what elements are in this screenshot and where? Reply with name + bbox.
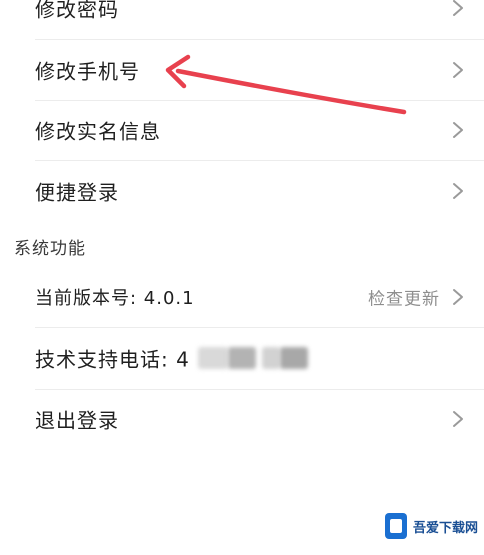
redacted-phone-number xyxy=(228,347,256,369)
quick-login-row[interactable]: 便捷登录 xyxy=(0,161,484,221)
chevron-right-icon xyxy=(453,0,463,16)
change-password-row[interactable]: 修改密码 xyxy=(0,0,484,38)
support-phone-row: 技术支持电话: 4 xyxy=(0,328,484,388)
redacted-phone-number xyxy=(262,347,280,369)
redacted-phone-number xyxy=(280,347,308,369)
change-phone-row[interactable]: 修改手机号 xyxy=(0,40,484,100)
version-row[interactable]: 当前版本号: 4.0.1 检查更新 xyxy=(0,267,484,327)
check-update-link[interactable]: 检查更新 xyxy=(368,285,440,310)
chevron-right-icon xyxy=(453,183,463,199)
logout-label: 退出登录 xyxy=(35,408,119,433)
change-phone-label: 修改手机号 xyxy=(35,59,140,84)
change-realname-label: 修改实名信息 xyxy=(35,119,161,144)
watermark: 吾爱下载网 xyxy=(384,511,478,541)
chevron-right-icon xyxy=(453,62,463,78)
change-realname-row[interactable]: 修改实名信息 xyxy=(0,100,484,160)
section-title-system: 系统功能 xyxy=(14,239,86,259)
chevron-right-icon xyxy=(453,411,463,427)
watermark-text: 吾爱下载网 xyxy=(412,520,478,536)
change-password-label: 修改密码 xyxy=(35,0,119,22)
watermark-logo-icon xyxy=(384,513,407,539)
redacted-phone-number xyxy=(198,347,228,369)
quick-login-label: 便捷登录 xyxy=(35,180,119,205)
version-label: 当前版本号: 4.0.1 xyxy=(35,288,195,309)
chevron-right-icon xyxy=(453,122,463,138)
chevron-right-icon xyxy=(453,289,463,305)
logout-row[interactable]: 退出登录 xyxy=(0,389,484,449)
support-phone-label: 技术支持电话: 4 xyxy=(35,347,190,372)
